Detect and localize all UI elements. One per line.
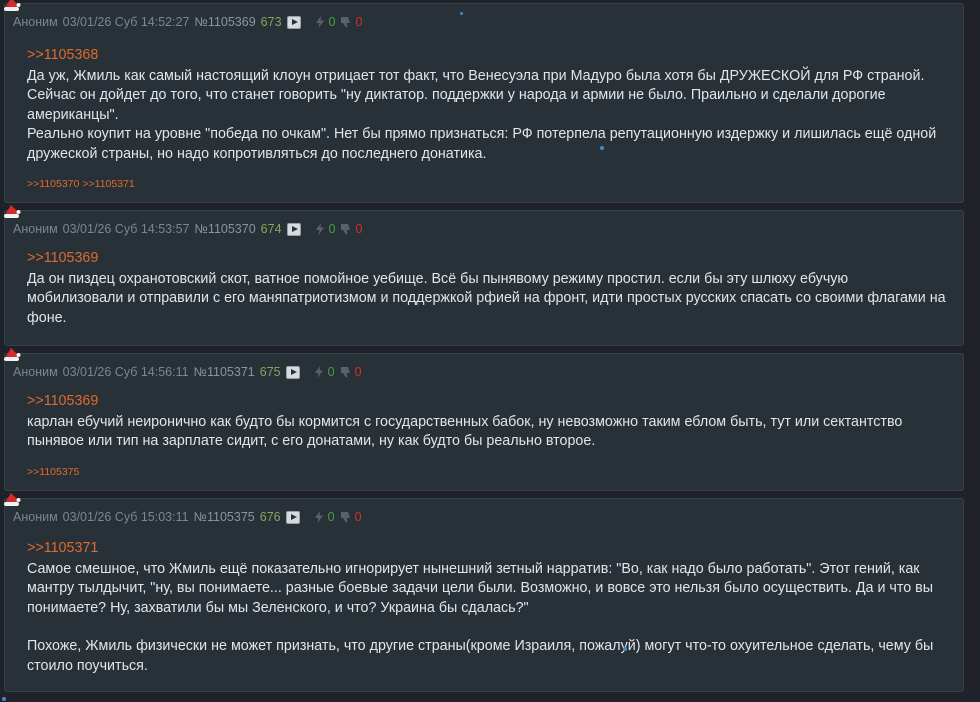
message-paragraph: Самое смешное, что Жмиль ещё показательн… bbox=[27, 560, 934, 616]
post-message: >>1105369 карлан ебучий неиронично как б… bbox=[27, 392, 947, 452]
play-icon[interactable] bbox=[286, 222, 301, 236]
message-paragraph: карлан ебучий неиронично как будто бы ко… bbox=[27, 413, 903, 450]
like-count: 0 bbox=[328, 222, 336, 236]
snow-dot bbox=[623, 647, 627, 651]
play-icon[interactable] bbox=[285, 510, 300, 524]
post-author: Аноним bbox=[13, 222, 58, 236]
reply-link[interactable]: >>1105369 bbox=[27, 249, 947, 269]
post-message: >>1105369 Да он пиздец охранотовский ско… bbox=[27, 249, 947, 328]
dislike-count: 0 bbox=[355, 222, 363, 236]
post-details: Аноним 03/01/26 Суб 14:56:11 №1105371 67… bbox=[13, 364, 367, 380]
reply-link[interactable]: >>1105369 bbox=[27, 392, 947, 412]
reply-link[interactable]: >>1105371 bbox=[27, 539, 947, 559]
post-ordinal: 674 bbox=[260, 222, 282, 236]
post-number-link[interactable]: №1105375 bbox=[194, 510, 255, 524]
reply-link[interactable]: >>1105368 bbox=[27, 46, 947, 66]
thumbs-down-icon[interactable] bbox=[340, 366, 352, 378]
lightning-icon[interactable] bbox=[314, 16, 326, 28]
post: Аноним 03/01/26 Суб 14:52:27 №1105369 67… bbox=[4, 0, 964, 203]
lightning-icon[interactable] bbox=[313, 366, 325, 378]
message-paragraph: Реально коупит на уровне "победа по очка… bbox=[27, 126, 937, 162]
message-paragraph: Похоже, Жмиль физически не может признат… bbox=[27, 638, 934, 674]
play-icon[interactable] bbox=[285, 365, 300, 379]
post-ordinal: 673 bbox=[260, 15, 282, 29]
dislike-count: 0 bbox=[354, 365, 362, 379]
thumbs-down-icon[interactable] bbox=[340, 223, 352, 235]
post-number-link[interactable]: №1105370 bbox=[195, 222, 256, 236]
post-message: >>1105368 Да уж, Жмиль как самый настоящ… bbox=[27, 46, 947, 164]
post-date: 03/01/26 Суб 14:52:27 bbox=[62, 15, 190, 29]
snow-dot bbox=[600, 146, 604, 150]
post-replies: >>1105375 bbox=[27, 466, 82, 478]
post: Аноним 03/01/26 Суб 15:03:11 №1105375 67… bbox=[4, 493, 964, 692]
like-count: 0 bbox=[327, 365, 335, 379]
reply-ref-link[interactable]: >>1105371 bbox=[82, 178, 134, 190]
post-author: Аноним bbox=[13, 510, 58, 524]
lightning-icon[interactable] bbox=[314, 223, 326, 235]
santa-hat-icon bbox=[4, 348, 21, 361]
lightning-icon[interactable] bbox=[313, 511, 325, 523]
post-replies: >>1105370 >>1105371 bbox=[27, 178, 138, 190]
post-message: >>1105371 Самое смешное, что Жмиль ещё п… bbox=[27, 539, 947, 676]
santa-hat-icon bbox=[4, 493, 21, 506]
message-paragraph: Да уж, Жмиль как самый настоящий клоун о… bbox=[27, 67, 925, 123]
post-date: 03/01/26 Суб 14:53:57 bbox=[62, 222, 190, 236]
dislike-count: 0 bbox=[355, 15, 363, 29]
post: Аноним 03/01/26 Суб 14:56:11 №1105371 67… bbox=[4, 348, 964, 491]
post-details: Аноним 03/01/26 Суб 14:52:27 №1105369 67… bbox=[13, 14, 367, 30]
post-number-link[interactable]: №1105369 bbox=[195, 15, 256, 29]
snow-dot bbox=[2, 697, 6, 701]
like-count: 0 bbox=[327, 510, 335, 524]
post-author: Аноним bbox=[13, 365, 58, 379]
reply-ref-link[interactable]: >>1105370 bbox=[27, 178, 79, 190]
dislike-count: 0 bbox=[354, 510, 362, 524]
post-author: Аноним bbox=[13, 15, 58, 29]
thumbs-down-icon[interactable] bbox=[340, 16, 352, 28]
like-count: 0 bbox=[328, 15, 336, 29]
post-date: 03/01/26 Суб 14:56:11 bbox=[62, 365, 189, 379]
post-ordinal: 676 bbox=[259, 510, 281, 524]
play-icon[interactable] bbox=[286, 15, 301, 29]
santa-hat-icon bbox=[4, 0, 21, 11]
post: Аноним 03/01/26 Суб 14:53:57 №1105370 67… bbox=[4, 205, 964, 346]
post-ordinal: 675 bbox=[259, 365, 281, 379]
thumbs-down-icon[interactable] bbox=[340, 511, 352, 523]
post-number-link[interactable]: №1105371 bbox=[194, 365, 255, 379]
reply-ref-link[interactable]: >>1105375 bbox=[27, 466, 79, 478]
post-details: Аноним 03/01/26 Суб 15:03:11 №1105375 67… bbox=[13, 509, 367, 525]
santa-hat-icon bbox=[4, 205, 21, 218]
post-date: 03/01/26 Суб 15:03:11 bbox=[62, 510, 189, 524]
post-details: Аноним 03/01/26 Суб 14:53:57 №1105370 67… bbox=[13, 221, 367, 237]
message-paragraph: Да он пиздец охранотовский скот, ватное … bbox=[27, 270, 946, 326]
snow-dot bbox=[460, 12, 463, 15]
